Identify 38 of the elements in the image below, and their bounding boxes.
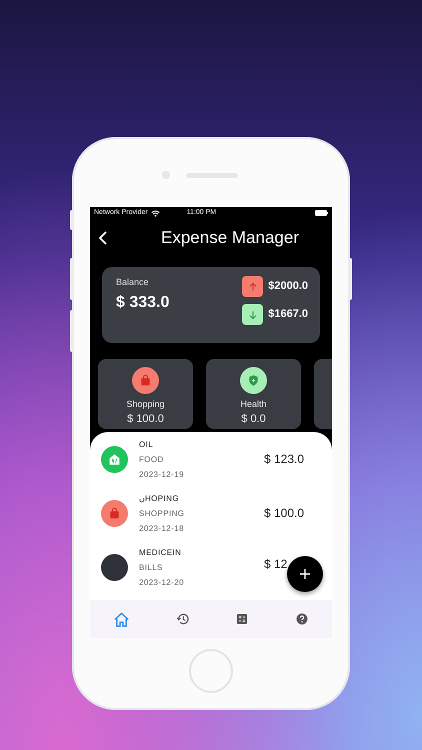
- transaction-title: MEDICEIN: [139, 546, 182, 558]
- category-card[interactable]: Health $ 0.0: [206, 359, 301, 429]
- balance-label: Balance: [116, 276, 150, 289]
- transaction-category: SHOPPING: [139, 508, 184, 520]
- category-amount: $ 100.0: [127, 413, 164, 426]
- add-button[interactable]: [287, 556, 323, 592]
- transaction-amount: $ 12: [264, 556, 288, 573]
- wifi-icon: [150, 210, 160, 216]
- transaction-date: 2023-12-20: [139, 576, 184, 588]
- plus-icon: [300, 569, 310, 579]
- category-card[interactable]: Shopping $ 100.0: [98, 359, 193, 429]
- help-icon: [295, 612, 310, 626]
- screen-title: Expense Manager: [161, 227, 299, 250]
- category-amount: $ 0.0: [241, 413, 266, 426]
- transaction-amount: $ 100.0: [264, 505, 306, 522]
- transaction-category: BILLS: [139, 562, 164, 574]
- arrow-up-icon: [242, 276, 264, 297]
- shield-icon: [247, 374, 260, 387]
- expense-amount: $1667.0: [268, 307, 308, 322]
- battery-icon: [315, 210, 328, 216]
- shopping-bag-icon: [108, 506, 121, 520]
- calculator-icon: [235, 612, 250, 626]
- transaction-date: 2023-12-19: [139, 468, 184, 480]
- transaction-title: ںHOPING: [139, 492, 180, 504]
- balance-amount: $ 333.0: [116, 292, 170, 312]
- income-amount: $2000.0: [268, 279, 308, 294]
- home-icon: [112, 610, 130, 628]
- back-icon: [98, 231, 108, 245]
- shopping-bag-icon: [139, 374, 152, 387]
- food-icon: [108, 452, 121, 466]
- transaction-date: 2023-12-18: [139, 522, 184, 534]
- category-name: Shopping: [126, 399, 165, 410]
- arrow-down-icon: [242, 304, 264, 325]
- history-icon: [176, 612, 190, 626]
- transaction-category: FOOD: [139, 454, 165, 466]
- transaction-amount: $ 123.0: [264, 451, 306, 468]
- category-name: Health: [240, 399, 266, 410]
- transaction-title: OIL: [139, 438, 154, 450]
